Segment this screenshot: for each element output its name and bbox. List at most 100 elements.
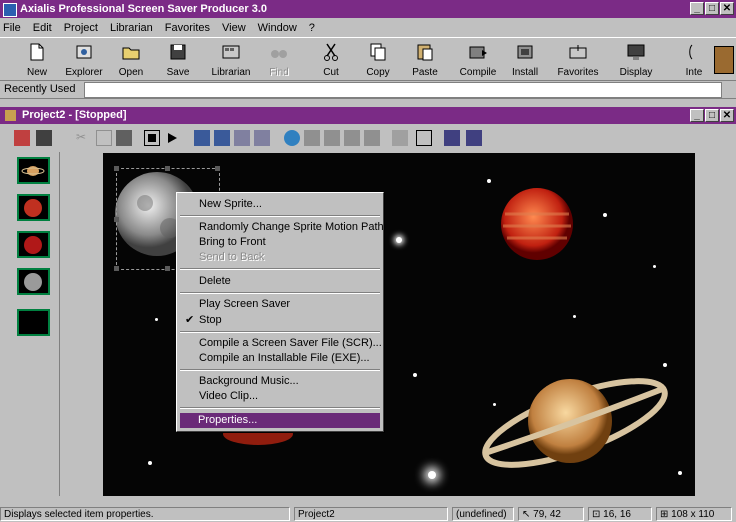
frame-edit-icon[interactable] [254,130,270,146]
menu-item-bring-to-front[interactable]: Bring to Front [199,236,266,248]
sprite-edit-icon[interactable] [214,130,230,146]
internet-icon [689,44,693,60]
menu-help[interactable]: ? [309,22,315,34]
copy-icon [370,43,386,61]
minimize-button[interactable]: _ [690,2,704,15]
explorer-button[interactable]: Explorer [61,42,107,80]
status-size: ⊞ 108 x 110 [656,507,732,521]
size-icon: ⊞ [660,509,669,520]
binoculars-icon [271,50,287,58]
project-title: Project2 - [Stopped] [22,109,127,121]
menu-window[interactable]: Window [258,22,297,34]
app-icon [3,3,17,17]
menu-item-compile-exe[interactable]: Compile an Installable File (EXE)... [199,352,370,364]
project-close-button[interactable]: ✕ [720,109,734,122]
menu-favorites[interactable]: Favorites [165,22,210,34]
menu-item-stop[interactable]: Stop [199,314,222,326]
sprite-icon[interactable] [194,130,210,146]
paste-button[interactable]: Paste [402,42,448,80]
app-title: Axialis Professional Screen Saver Produc… [20,3,268,15]
find-button[interactable]: Find [256,42,302,80]
path-icon[interactable] [284,130,300,146]
copy-button[interactable]: Copy [355,42,401,80]
menu-item-video-clip[interactable]: Video Clip... [199,390,258,402]
install-icon [517,45,533,59]
stop-button[interactable] [144,130,160,146]
play-button[interactable] [164,130,180,146]
settings-icon[interactable] [14,130,30,146]
status-item: (undefined) [452,507,514,521]
preview-icon[interactable] [416,130,432,146]
menu-item-random-path[interactable]: Randomly Change Sprite Motion Path [199,221,384,233]
sprite-thumb-saturn[interactable] [17,157,50,184]
position-icon: ⊡ [592,509,601,520]
menu-item-send-to-back[interactable]: Send to Back [199,251,264,263]
motion-3-icon[interactable] [344,130,360,146]
menu-project[interactable]: Project [64,22,98,34]
cut-icon[interactable]: ✂ [76,130,92,146]
video-icon[interactable] [466,130,482,146]
menu-edit[interactable]: Edit [33,22,52,34]
librarian-button[interactable]: Librarian [208,42,254,80]
motion-icon[interactable] [304,130,320,146]
new-file-icon [30,43,44,61]
recently-used-bar: Recently Used [0,81,736,99]
cube-icon [714,46,734,74]
menu-item-play[interactable]: Play Screen Saver [199,298,290,310]
menu-item-compile-scr[interactable]: Compile a Screen Saver File (SCR)... [199,337,382,349]
saturn-sprite[interactable] [475,363,675,483]
app-title-bar[interactable]: Axialis Professional Screen Saver Produc… [0,0,736,18]
sprite-thumb-mars[interactable] [17,231,50,258]
project-icon [5,110,16,121]
jupiter-sprite[interactable] [499,186,575,262]
project-minimize-button[interactable]: _ [690,109,704,122]
main-toolbar: New Explorer Open Save Librarian Find Cu… [0,37,736,81]
menu-item-background-music[interactable]: Background Music... [199,375,299,387]
internet-button[interactable]: Inte [674,42,714,80]
paste-icon [417,44,433,61]
project-maximize-button[interactable]: □ [705,109,719,122]
recently-used-field[interactable] [84,82,722,98]
project-toolbar: ✂ [8,126,736,150]
music-icon[interactable] [444,130,460,146]
status-bar: Displays selected item properties. Proje… [0,506,736,522]
open-folder-icon [122,47,140,60]
paste-small-icon[interactable] [116,130,132,146]
favorites-button[interactable]: Favorites [555,42,601,80]
menu-librarian[interactable]: Librarian [110,22,153,34]
status-position: ⊡ 16, 16 [588,507,652,521]
sprite-list [9,152,60,496]
status-cursor: ↖ 79, 42 [518,507,584,521]
close-button[interactable]: ✕ [720,2,734,15]
copy-small-icon[interactable] [96,130,112,146]
save-button[interactable]: Save [155,42,201,80]
status-message: Displays selected item properties. [0,507,290,521]
sprite-thumb-moon[interactable] [17,268,50,295]
recently-used-label: Recently Used [4,83,76,95]
cut-button[interactable]: Cut [308,42,354,80]
menu-item-new-sprite[interactable]: New Sprite... [199,198,262,210]
compile-button[interactable]: Compile [455,42,501,80]
sprite-thumb-jupiter[interactable] [17,194,50,221]
clock-icon[interactable] [392,130,408,146]
display-button[interactable]: Display [613,42,659,80]
motion-2-icon[interactable] [324,130,340,146]
status-project: Project2 [294,507,448,521]
open-button[interactable]: Open [108,42,154,80]
frame-icon[interactable] [234,130,250,146]
save-disk-icon [170,44,186,60]
menu-item-delete[interactable]: Delete [199,275,231,287]
sprite-thumb-empty[interactable] [17,309,50,336]
menu-bar: File Edit Project Librarian Favorites Vi… [0,19,736,37]
new-button[interactable]: New [14,42,60,80]
menu-view[interactable]: View [222,22,246,34]
install-button[interactable]: Install [502,42,548,80]
menu-item-properties[interactable]: Properties... [180,413,380,428]
menu-file[interactable]: File [3,22,21,34]
motion-4-icon[interactable] [364,130,380,146]
save-icon[interactable] [36,130,52,146]
maximize-button[interactable]: □ [705,2,719,15]
project-title-bar[interactable]: Project2 - [Stopped] _ □ ✕ [0,107,736,124]
monitor-icon [627,44,645,60]
context-menu: New Sprite... Randomly Change Sprite Mot… [176,192,384,432]
